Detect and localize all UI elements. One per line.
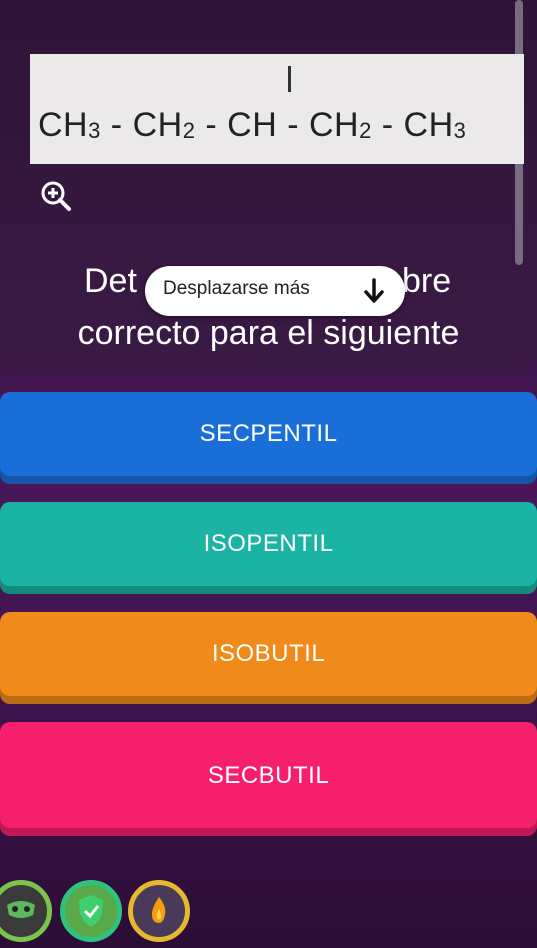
question-fragment-right: bre: [402, 262, 452, 300]
fire-icon[interactable]: [128, 880, 190, 942]
arrow-down-icon: [364, 278, 384, 303]
answer-option-2[interactable]: ISOPENTIL: [0, 502, 537, 594]
answer-option-3[interactable]: ISOBUTIL: [0, 612, 537, 704]
zoom-in-icon[interactable]: [38, 178, 74, 214]
formula-text: CH3 - CH2 - CH - CH2 - CH3: [38, 106, 467, 144]
formula-image: CH3 - CH2 - CH - CH2 - CH3: [30, 54, 524, 164]
question-fragment-left: Det: [84, 262, 137, 300]
mask-icon[interactable]: [0, 880, 52, 942]
answer-option-2-label: ISOPENTIL: [203, 530, 334, 557]
shield-check-icon[interactable]: [60, 880, 122, 942]
powerup-bar: [0, 874, 537, 948]
scroll-more-label: Desplazarse más: [163, 278, 310, 299]
answer-option-4[interactable]: SECBUTIL: [0, 722, 537, 836]
question-line-2: correcto para el siguiente: [77, 314, 460, 352]
question-card: CH3 - CH2 - CH - CH2 - CH3 Det bre corre…: [0, 0, 537, 372]
scroll-more-button[interactable]: Desplazarse más: [145, 266, 405, 316]
answer-option-3-label: ISOBUTIL: [211, 640, 326, 667]
answer-option-1-label: SECPENTIL: [199, 420, 338, 447]
answer-option-4-label: SECBUTIL: [207, 762, 330, 789]
answer-option-1[interactable]: SECPENTIL: [0, 392, 537, 484]
bond-line: [288, 66, 291, 92]
